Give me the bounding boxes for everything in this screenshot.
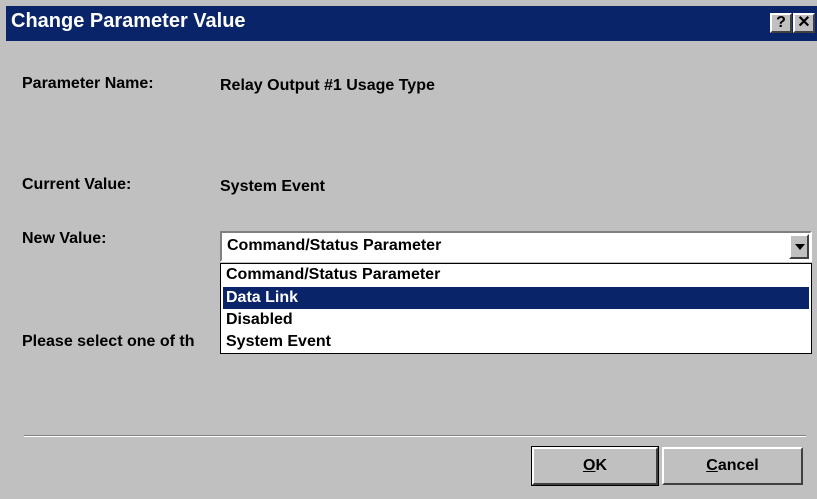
dropdown-option-system-event[interactable]: System Event (223, 331, 809, 353)
dialog-title: Change Parameter Value (11, 10, 246, 32)
new-value-selected: Command/Status Parameter (227, 237, 442, 254)
dropdown-button[interactable] (789, 234, 809, 259)
cancel-label-rest: ancel (717, 457, 759, 474)
current-value: System Event (220, 178, 325, 195)
current-value-label: Current Value: (22, 176, 132, 193)
parameter-name-label: Parameter Name: (22, 75, 154, 92)
chevron-down-icon (795, 244, 805, 250)
dropdown-option-disabled[interactable]: Disabled (223, 309, 809, 331)
new-value-dropdown-list[interactable]: Command/Status Parameter Data Link Disab… (220, 263, 812, 354)
dropdown-option-data-link[interactable]: Data Link (223, 287, 809, 309)
help-button[interactable]: ? (770, 13, 792, 33)
dropdown-option-command-status-parameter[interactable]: Command/Status Parameter (223, 264, 809, 286)
new-value-label: New Value: (22, 230, 107, 247)
title-bar[interactable]: Change Parameter Value ? ✕ (6, 6, 817, 41)
ok-mnemonic: O (582, 457, 596, 474)
change-parameter-dialog: Change Parameter Value ? ✕ Parameter Nam… (0, 0, 817, 499)
ok-button[interactable]: OK (531, 446, 659, 486)
parameter-name-value: Relay Output #1 Usage Type (220, 77, 435, 94)
cancel-button[interactable]: Cancel (662, 447, 803, 485)
instruction-text: Please select one of th (22, 333, 195, 350)
new-value-combobox[interactable]: Command/Status Parameter (220, 231, 812, 262)
close-button[interactable]: ✕ (793, 13, 815, 33)
cancel-mnemonic: C (706, 457, 718, 474)
button-divider (24, 435, 806, 437)
ok-label-rest: K (595, 457, 607, 474)
